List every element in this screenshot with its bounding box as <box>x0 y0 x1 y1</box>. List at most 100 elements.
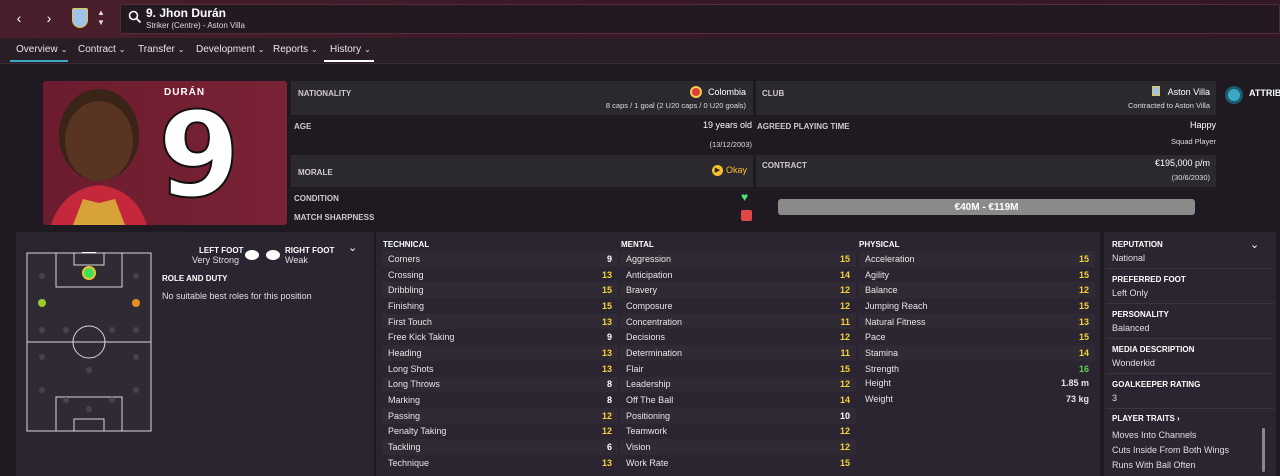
left-boot-icon <box>245 250 259 260</box>
history-tab-underline <box>324 60 374 62</box>
attribute-row[interactable]: Pace 15 <box>859 329 1095 345</box>
attribute-row[interactable]: Anticipation 14 <box>620 267 856 283</box>
divider <box>1106 338 1274 339</box>
attribute-row[interactable]: Finishing 15 <box>382 298 618 314</box>
attribute-row[interactable]: Agility 15 <box>859 267 1095 283</box>
contract-expiry: (30/6/2030) <box>1171 173 1210 182</box>
player-search-box[interactable] <box>120 4 1280 34</box>
right-foot-value: Weak <box>285 255 308 265</box>
club-value[interactable]: Aston Villa <box>1110 87 1210 97</box>
weight-label: Weight <box>865 394 893 404</box>
attribute-value: 9 <box>606 253 612 264</box>
reputation-chevron-icon[interactable]: ⌄ <box>1250 238 1259 251</box>
attribute-row[interactable]: Corners 9 <box>382 251 618 267</box>
tab-development[interactable]: Development ⌄ <box>196 44 265 55</box>
attribute-value: 13 <box>1078 316 1089 327</box>
tab-transfer[interactable]: Transfer ⌄ <box>138 44 185 55</box>
attribute-row[interactable]: Marking 8 <box>382 392 618 408</box>
attribute-row[interactable]: Positioning 10 <box>620 407 856 424</box>
attribute-value: 15 <box>1078 269 1089 280</box>
attribute-row[interactable]: Technique 13 <box>382 455 618 471</box>
tab-reports[interactable]: Reports ⌄ <box>273 44 318 55</box>
attributes-label[interactable]: ATTRIB <box>1249 88 1280 98</box>
attribute-row[interactable]: Bravery 12 <box>620 282 856 299</box>
tab-history[interactable]: History ⌄ <box>330 44 371 55</box>
preferred-foot-label: PREFERRED FOOT <box>1112 275 1186 284</box>
sharpness-icon <box>741 210 752 221</box>
height-value: 1.85 m <box>1060 378 1089 388</box>
attribute-row[interactable]: Long Shots 13 <box>382 361 618 377</box>
divider <box>1106 303 1274 304</box>
attribute-row[interactable]: Free Kick Taking 9 <box>382 329 618 345</box>
attribute-row[interactable]: Crossing 13 <box>382 267 618 283</box>
attribute-row[interactable]: Determination 11 <box>620 345 856 361</box>
attribute-row[interactable]: First Touch 13 <box>382 313 618 330</box>
attribute-row[interactable]: Leadership 12 <box>620 376 856 393</box>
attribute-name: Determination <box>626 347 683 358</box>
nationality-value[interactable]: Colombia <box>640 87 746 97</box>
attribute-row[interactable]: Penalty Taking 12 <box>382 424 618 440</box>
attribute-value: 12 <box>601 426 612 437</box>
attribute-value: 12 <box>1078 285 1089 296</box>
attribute-name: Natural Fitness <box>865 316 926 327</box>
attribute-row[interactable]: Long Throws 8 <box>382 376 618 393</box>
attribute-name: Strength <box>865 363 900 374</box>
active-tab-indicator <box>10 60 68 62</box>
attribute-value: 14 <box>839 395 850 406</box>
age-value: 19 years old <box>702 120 752 130</box>
attribute-row[interactable]: Teamwork 12 <box>620 424 856 440</box>
attribute-row[interactable]: Heading 13 <box>382 345 618 361</box>
attribute-row[interactable]: Vision 12 <box>620 439 856 455</box>
club-crest-icon[interactable] <box>72 8 88 28</box>
chevron-updown-icon[interactable]: ▲ ▼ <box>96 8 106 28</box>
attribute-row[interactable]: Stamina 14 <box>859 345 1095 361</box>
attribute-name: Stamina <box>865 347 899 358</box>
attribute-value: 15 <box>839 363 850 374</box>
attribute-value: 15 <box>839 253 850 264</box>
expand-chevron-icon[interactable]: ⌄ <box>348 241 357 254</box>
forward-icon[interactable]: › <box>40 9 58 27</box>
attribute-row[interactable]: Passing 12 <box>382 407 618 424</box>
attribute-name: Positioning <box>626 410 671 421</box>
attribute-row[interactable]: Balance 12 <box>859 282 1095 299</box>
attribute-name: Anticipation <box>626 269 673 280</box>
attribute-value: 15 <box>601 300 612 311</box>
attribute-row[interactable]: Concentration 11 <box>620 313 856 330</box>
attribute-name: Balance <box>865 285 898 296</box>
attribute-row[interactable]: Natural Fitness 13 <box>859 313 1095 330</box>
attribute-row[interactable]: Jumping Reach 15 <box>859 298 1095 314</box>
attribute-row[interactable]: Decisions 12 <box>620 329 856 345</box>
attribute-name: Crossing <box>388 269 424 280</box>
attribute-value: 15 <box>839 457 850 468</box>
attribute-row[interactable]: Tackling 6 <box>382 439 618 455</box>
attribute-name: Jumping Reach <box>865 300 928 311</box>
preferred-foot-value: Left Only <box>1112 288 1149 298</box>
attribute-value: 13 <box>601 347 612 358</box>
traits-scrollbar[interactable] <box>1262 428 1265 472</box>
attribute-row[interactable]: Composure 12 <box>620 298 856 314</box>
attribute-value: 13 <box>601 316 612 327</box>
tab-contract[interactable]: Contract ⌄ <box>78 44 126 55</box>
media-description-label: MEDIA DESCRIPTION <box>1112 345 1195 354</box>
attribute-row[interactable]: Flair 15 <box>620 361 856 377</box>
club-contracted: Contracted to Aston Villa <box>1128 101 1210 110</box>
personality-label: PERSONALITY <box>1112 310 1169 319</box>
playing-time-label: AGREED PLAYING TIME <box>757 122 850 131</box>
attribute-row[interactable]: Off The Ball 14 <box>620 392 856 408</box>
player-subtitle: Striker (Centre) - Aston Villa <box>146 21 245 30</box>
sharpness-label: MATCH SHARPNESS <box>294 213 375 222</box>
heart-icon: ♥ <box>741 190 749 204</box>
attribute-row[interactable]: Work Rate 15 <box>620 455 856 471</box>
tab-overview[interactable]: Overview ⌄ <box>16 44 67 55</box>
attribute-row[interactable]: Aggression 15 <box>620 251 856 267</box>
trait-item: Runs With Ball Often <box>1112 460 1196 470</box>
attribute-row[interactable]: Acceleration 15 <box>859 251 1095 267</box>
attributes-icon[interactable] <box>1225 86 1243 104</box>
value-range: €40M - €119M <box>954 202 1019 213</box>
attribute-row[interactable]: Dribbling 15 <box>382 282 618 299</box>
back-icon[interactable]: ‹ <box>10 9 28 27</box>
attribute-name: Technique <box>388 457 430 468</box>
attribute-row[interactable]: Strength 16 <box>859 361 1095 377</box>
player-traits-link[interactable]: PLAYER TRAITS › <box>1112 414 1180 423</box>
search-icon[interactable] <box>128 10 142 24</box>
